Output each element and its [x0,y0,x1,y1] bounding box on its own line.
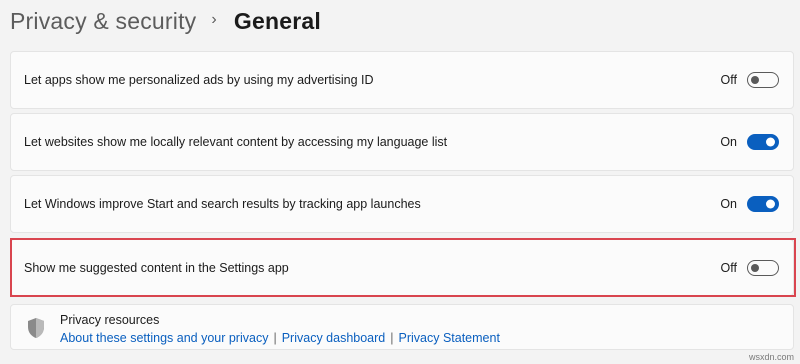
breadcrumb: Privacy & security › General [10,4,321,38]
breadcrumb-parent[interactable]: Privacy & security [10,8,196,35]
language-list-toggle[interactable] [747,134,779,150]
shield-icon [28,318,44,338]
advertising-id-toggle[interactable] [747,72,779,88]
page-title: General [233,7,321,34]
about-settings-link[interactable]: About these settings and your privacy [60,331,268,345]
toggle-knob [751,76,759,84]
privacy-dashboard-link[interactable]: Privacy dashboard [282,331,386,345]
setting-label: Let apps show me personalized ads by usi… [24,73,374,87]
setting-row-suggested-content: Show me suggested content in the Setting… [10,239,794,296]
setting-state: Off [720,260,737,275]
setting-label: Let websites show me locally relevant co… [24,135,448,149]
toggle-knob [751,263,759,272]
setting-state: On [720,135,737,149]
suggested-content-toggle[interactable] [747,259,779,276]
setting-state: Off [720,73,737,87]
privacy-statement-link[interactable]: Privacy Statement [399,331,500,345]
chevron-right-icon: › [211,11,217,28]
resources-title: Privacy resources [60,313,160,327]
link-separator: | [273,331,277,345]
setting-state: On [720,197,737,211]
setting-row-language-list: Let websites show me locally relevant co… [10,113,794,171]
toggle-knob [766,199,775,209]
resources-links: About these settings and your privacy | … [60,331,500,345]
privacy-resources: Privacy resources About these settings a… [10,304,794,350]
watermark: wsxdn.com [748,352,794,362]
setting-row-app-launches: Let Windows improve Start and search res… [10,175,794,233]
toggle-knob [766,137,775,147]
link-separator: | [390,331,394,345]
setting-label: Show me suggested content in the Setting… [24,260,289,275]
setting-row-advertising-id: Let apps show me personalized ads by usi… [10,51,794,109]
setting-label: Let Windows improve Start and search res… [24,197,421,211]
app-launches-toggle[interactable] [747,196,779,212]
